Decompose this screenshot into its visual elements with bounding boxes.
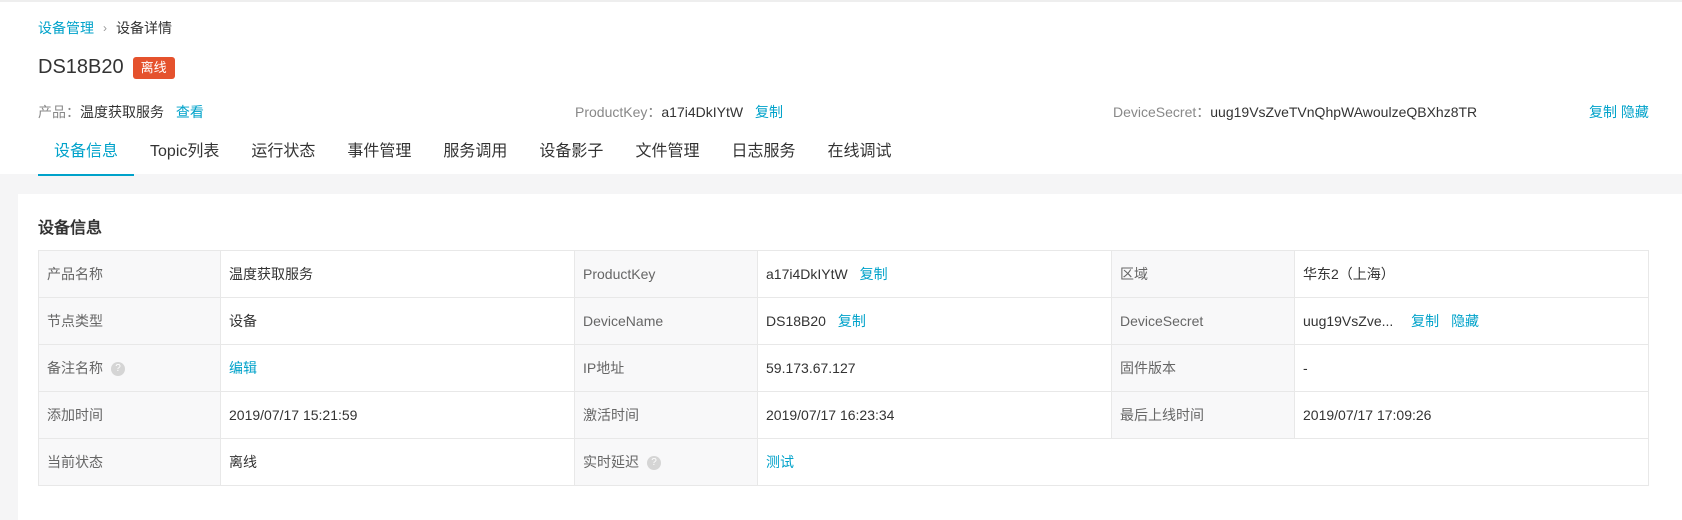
tab-service-call[interactable]: 服务调用 — [427, 128, 523, 174]
productkey-meta: ProductKey：a17i4DkIYtW 复制 — [575, 102, 783, 122]
label-last-online: 最后上线时间 — [1111, 391, 1295, 439]
breadcrumb: 设备管理 › 设备详情 — [38, 18, 172, 38]
help-icon[interactable]: ? — [647, 456, 661, 471]
cell-latency: 测试 — [757, 438, 1649, 486]
value-node-type: 设备 — [220, 297, 575, 345]
copy-devicename-link[interactable]: 复制 — [838, 313, 866, 329]
device-info-panel: 设备信息 产品名称 温度获取服务 ProductKey a17i4DkIYtW … — [18, 194, 1682, 520]
label-region: 区域 — [1111, 250, 1295, 298]
status-badge: 离线 — [132, 56, 175, 79]
value-ip: 59.173.67.127 — [757, 344, 1112, 392]
label-devicename: DeviceName — [574, 297, 758, 345]
label-added-time: 添加时间 — [38, 391, 221, 439]
panel-title: 设备信息 — [38, 220, 103, 237]
value-devicename: DS18B20 — [766, 313, 826, 329]
tab-run-status[interactable]: 运行状态 — [235, 128, 331, 174]
value-product-name: 温度获取服务 — [220, 250, 575, 298]
breadcrumb-device-management[interactable]: 设备管理 — [38, 18, 94, 38]
copy-devicesecret-link[interactable]: 复制 — [1411, 313, 1439, 329]
value-devicesecret: uug19VsZve... — [1303, 313, 1394, 329]
device-header: 设备管理 › 设备详情 DS18B20 离线 产品：温度获取服务 查看 Prod… — [0, 0, 1682, 176]
value-region: 华东2（上海） — [1294, 250, 1649, 298]
device-info-table: 产品名称 温度获取服务 ProductKey a17i4DkIYtW 复制 区域… — [38, 250, 1649, 486]
tab-device-info[interactable]: 设备信息 — [38, 128, 135, 176]
devicesecret-meta: DeviceSecret：uug19VsZveTVnQhpWAwoulzeQBX… — [1113, 102, 1477, 122]
product-meta: 产品：温度获取服务 查看 — [38, 102, 204, 122]
label-state: 当前状态 — [38, 438, 221, 486]
chevron-right-icon: › — [103, 21, 107, 35]
page-title-row: DS18B20 离线 — [38, 56, 175, 79]
value-firmware: - — [1294, 344, 1649, 392]
product-value: 温度获取服务 — [80, 104, 164, 120]
tab-device-shadow[interactable]: 设备影子 — [523, 128, 619, 174]
copy-productkey-button[interactable]: 复制 — [755, 104, 783, 120]
tab-topic-list[interactable]: Topic列表 — [134, 128, 235, 174]
label-remark: 备注名称 — [47, 360, 103, 376]
devicesecret-label: DeviceSecret： — [1113, 104, 1211, 120]
tab-log-service[interactable]: 日志服务 — [715, 128, 811, 174]
cell-productkey: a17i4DkIYtW 复制 — [757, 250, 1112, 298]
view-product-link[interactable]: 查看 — [176, 104, 204, 120]
value-last-online: 2019/07/17 17:09:26 — [1294, 391, 1649, 439]
value-activated-time: 2019/07/17 16:23:34 — [757, 391, 1112, 439]
productkey-value: a17i4DkIYtW — [661, 104, 744, 120]
value-productkey: a17i4DkIYtW — [766, 266, 848, 282]
cell-remark: 编辑 — [220, 344, 575, 392]
label-node-type: 节点类型 — [38, 297, 221, 345]
label-ip: IP地址 — [574, 344, 758, 392]
value-added-time: 2019/07/17 15:21:59 — [220, 391, 575, 439]
table-row: 当前状态 离线 实时延迟? 测试 — [38, 438, 1649, 486]
tab-file-management[interactable]: 文件管理 — [619, 128, 715, 174]
label-latency: 实时延迟 — [583, 454, 639, 470]
cell-latency-label: 实时延迟? — [574, 438, 758, 486]
label-productkey: ProductKey — [574, 250, 758, 298]
label-firmware: 固件版本 — [1111, 344, 1295, 392]
value-state: 离线 — [220, 438, 575, 486]
table-row: 备注名称? 编辑 IP地址 59.173.67.127 固件版本 - — [38, 344, 1649, 392]
edit-remark-link[interactable]: 编辑 — [229, 360, 257, 376]
devicesecret-actions: 复制 隐藏 — [1589, 102, 1649, 122]
devicesecret-value: uug19VsZveTVnQhpWAwoulzeQBXhz8TR — [1210, 104, 1478, 120]
productkey-label: ProductKey： — [575, 104, 662, 120]
hide-devicesecret-link[interactable]: 隐藏 — [1451, 313, 1479, 329]
product-label: 产品： — [38, 104, 80, 120]
tab-event-management[interactable]: 事件管理 — [331, 128, 427, 174]
hide-devicesecret-button[interactable]: 隐藏 — [1621, 104, 1649, 120]
table-row: 节点类型 设备 DeviceName DS18B20 复制 DeviceSecr… — [38, 297, 1649, 345]
table-row: 添加时间 2019/07/17 15:21:59 激活时间 2019/07/17… — [38, 391, 1649, 439]
cell-devicename: DS18B20 复制 — [757, 297, 1112, 345]
page-title: DS18B20 — [38, 56, 124, 78]
breadcrumb-current: 设备详情 — [116, 20, 172, 36]
tab-online-debug[interactable]: 在线调试 — [811, 128, 907, 174]
help-icon[interactable]: ? — [111, 362, 125, 377]
label-devicesecret: DeviceSecret — [1111, 297, 1295, 345]
copy-productkey-link[interactable]: 复制 — [860, 266, 888, 282]
cell-remark-label: 备注名称? — [38, 344, 221, 392]
label-activated-time: 激活时间 — [574, 391, 758, 439]
tab-bar: 设备信息 Topic列表 运行状态 事件管理 服务调用 设备影子 文件管理 日志… — [38, 128, 907, 176]
latency-test-link[interactable]: 测试 — [766, 454, 794, 470]
cell-devicesecret: uug19VsZve... 复制 隐藏 — [1294, 297, 1649, 345]
label-product-name: 产品名称 — [38, 250, 221, 298]
table-row: 产品名称 温度获取服务 ProductKey a17i4DkIYtW 复制 区域… — [38, 250, 1649, 298]
copy-devicesecret-button[interactable]: 复制 — [1589, 104, 1617, 120]
